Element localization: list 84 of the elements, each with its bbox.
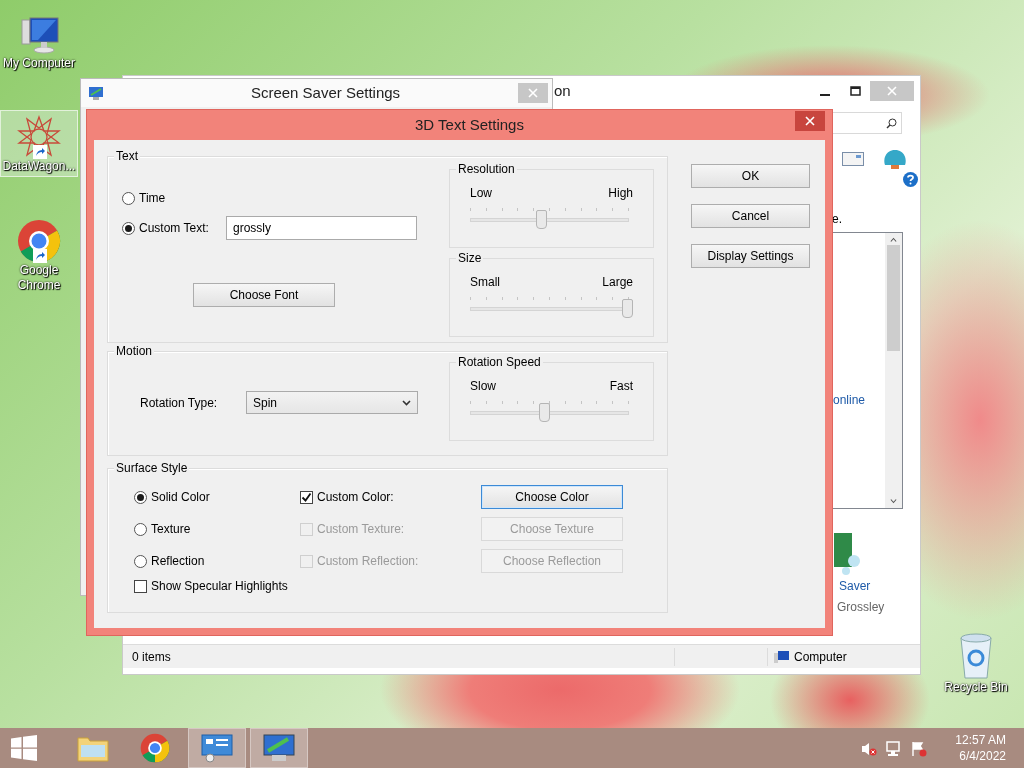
clock-date: 6/4/2022 (959, 748, 1006, 764)
icon-label: My Computer (2, 56, 76, 71)
network-icon (886, 740, 902, 757)
taskbar-button[interactable] (250, 728, 308, 768)
slider-thumb[interactable] (535, 210, 547, 229)
group-title: Rotation Speed (456, 355, 543, 369)
slider-label: Fast (609, 378, 633, 395)
scroll-thumb[interactable] (887, 245, 900, 351)
status-text: Computer (794, 648, 847, 666)
slider-thumb[interactable] (538, 403, 550, 422)
chrome-icon (140, 733, 170, 763)
group-title: Resolution (456, 162, 517, 176)
help-icon (903, 172, 918, 188)
description-text: e. (832, 212, 842, 226)
search-icon (886, 117, 897, 129)
tray-button[interactable] (911, 739, 927, 757)
maximize-icon (849, 86, 861, 96)
clock-time: 12:57 AM (955, 732, 1006, 748)
dialog-button[interactable]: Cancel (691, 204, 810, 228)
online-link[interactable]: online (833, 393, 866, 407)
control-panel-icon (200, 733, 234, 763)
checkbox-label: Custom Texture: (317, 521, 405, 538)
close-icon (887, 86, 897, 96)
group-title: Surface Style (114, 461, 190, 475)
slider-label: Small (470, 274, 500, 291)
icon-label: Recycle Bin (944, 680, 1008, 695)
item-title[interactable]: Saver (839, 579, 871, 593)
radio-label: Custom Text: (139, 220, 209, 237)
windows-logo-icon (11, 735, 37, 761)
flag-icon (911, 740, 927, 757)
radio-button[interactable] (122, 221, 135, 235)
window-title: Screen Saver Settings (250, 83, 401, 101)
folder-icon (77, 734, 109, 762)
slider-label: Slow (470, 378, 496, 395)
tray-button[interactable] (886, 739, 902, 757)
checkbox-label: Custom Color: (317, 489, 394, 506)
star-pattern-icon (17, 115, 61, 159)
checkbox-label: Show Specular Highlights (151, 578, 288, 595)
group-title: Text (114, 149, 140, 163)
field-label: Rotation Type: (140, 395, 219, 412)
radio-label: Time (139, 190, 166, 207)
status-text: 0 items (132, 649, 171, 664)
dialog-title: 3D Text Settings (415, 115, 524, 133)
card-icon (842, 152, 864, 166)
radio-button[interactable] (134, 554, 147, 568)
computer-icon (18, 16, 60, 56)
slider-label: Low (470, 185, 492, 202)
radio-label: Reflection (151, 553, 205, 570)
choose-button[interactable]: Choose Color (481, 485, 623, 509)
radio-label: Solid Color (151, 489, 210, 506)
slider-thumb[interactable] (622, 299, 633, 318)
group-title: Motion (114, 344, 155, 358)
scroll-down-icon[interactable] (889, 498, 898, 504)
group-title: Size (456, 251, 484, 265)
radio-button[interactable] (134, 522, 147, 536)
scroll-up-icon[interactable] (889, 237, 898, 243)
close-button[interactable] (795, 111, 825, 131)
radio-button[interactable] (122, 191, 135, 205)
slider-label: Large (602, 274, 633, 291)
custom-text-field[interactable]: grossly (226, 216, 417, 240)
computer-icon (774, 649, 790, 664)
choose-font-button[interactable]: Choose Font (193, 283, 335, 307)
recycle-bin-icon (958, 632, 994, 680)
monitor-icon (262, 733, 296, 763)
rotation-type-dropdown[interactable]: Spin (246, 391, 418, 414)
slider-label: High (608, 185, 633, 202)
minimize-icon (820, 94, 830, 96)
chevron-down-icon (402, 399, 411, 406)
dialog-button[interactable]: Display Settings (691, 244, 810, 268)
icon-label: Google Chrome (16, 263, 62, 293)
volume-muted-icon (861, 740, 877, 757)
radio-label: Texture (151, 521, 191, 538)
close-icon (528, 88, 538, 98)
dialog-button[interactable]: OK (691, 164, 810, 188)
item-subtitle: Grossley (837, 600, 885, 614)
checkbox-label: Custom Reflection: (317, 553, 419, 570)
radio-button[interactable] (134, 490, 147, 504)
close-icon (805, 116, 815, 126)
window-title: on (554, 81, 571, 99)
checkbox[interactable] (134, 579, 147, 593)
icon-label: DataWagon... (1, 159, 77, 174)
checkbox[interactable] (300, 490, 313, 504)
monitor-icon (89, 86, 103, 100)
taskbar-button[interactable] (188, 728, 246, 768)
